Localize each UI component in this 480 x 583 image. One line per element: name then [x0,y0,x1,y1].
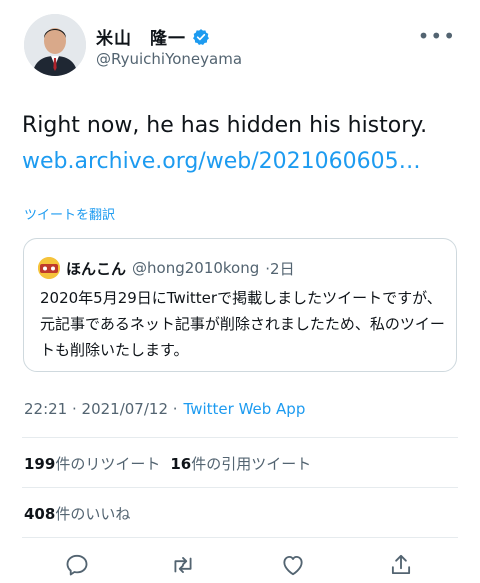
quote-count-link[interactable]: 16件の引用ツイート [170,453,311,474]
tweet-timestamp[interactable]: 22:21 · 2021/07/12 · [24,400,178,418]
translate-tweet-link[interactable]: ツイートを翻訳 [24,204,115,223]
quoted-tweet[interactable]: ほんこん @hong2010kong ·2日 2020年5月29日にTwitte… [23,238,457,372]
like-count-label: 件のいいね [55,505,131,523]
like-count: 408 [24,505,56,523]
divider [22,437,458,438]
author-name[interactable]: 米山 隆一 [96,24,186,49]
verified-badge-icon [193,28,209,45]
tweet-meta: 22:21 · 2021/07/12 · Twitter Web App [24,400,305,418]
tweet-actions [0,550,480,580]
quoted-tweet-text: 2020年5月29日にTwitterで掲載しましたツイートですが、元記事であるネ… [40,289,445,359]
tweet-link[interactable]: web.archive.org/web/2021060605… [22,144,468,180]
quote-count: 16 [170,455,192,473]
author-avatar[interactable] [24,14,86,76]
tweet-text: Right now, he has hidden his history. [22,113,428,138]
quoted-author-avatar [38,257,60,279]
divider [22,537,458,538]
author-name-row: 米山 隆一 [96,24,210,49]
retweet-count: 199 [24,455,56,473]
retweet-count-link[interactable]: 199件のリツイート [24,453,160,474]
author-handle[interactable]: @RyuichiYoneyama [96,50,242,68]
retweet-icon[interactable] [170,552,196,578]
retweet-count-label: 件のリツイート [55,455,161,473]
tweet-header: 米山 隆一 @RyuichiYoneyama ••• [20,14,460,80]
share-icon[interactable] [388,552,414,578]
like-icon[interactable] [280,552,306,578]
quoted-author-name: ほんこん [66,259,127,278]
retweet-stats: 199件のリツイート 16件の引用ツイート [24,453,311,474]
quote-count-label: 件の引用ツイート [191,455,312,473]
more-icon[interactable]: ••• [418,26,456,46]
quoted-tweet-time: ·2日 [265,259,295,278]
reply-icon[interactable] [64,552,90,578]
quoted-tweet-header: ほんこん @hong2010kong ·2日 [38,257,295,279]
quoted-author-handle: @hong2010kong [132,259,260,277]
like-stats[interactable]: 408件のいいね [24,503,130,524]
divider [22,487,458,488]
tweet-source-app[interactable]: Twitter Web App [184,400,306,418]
